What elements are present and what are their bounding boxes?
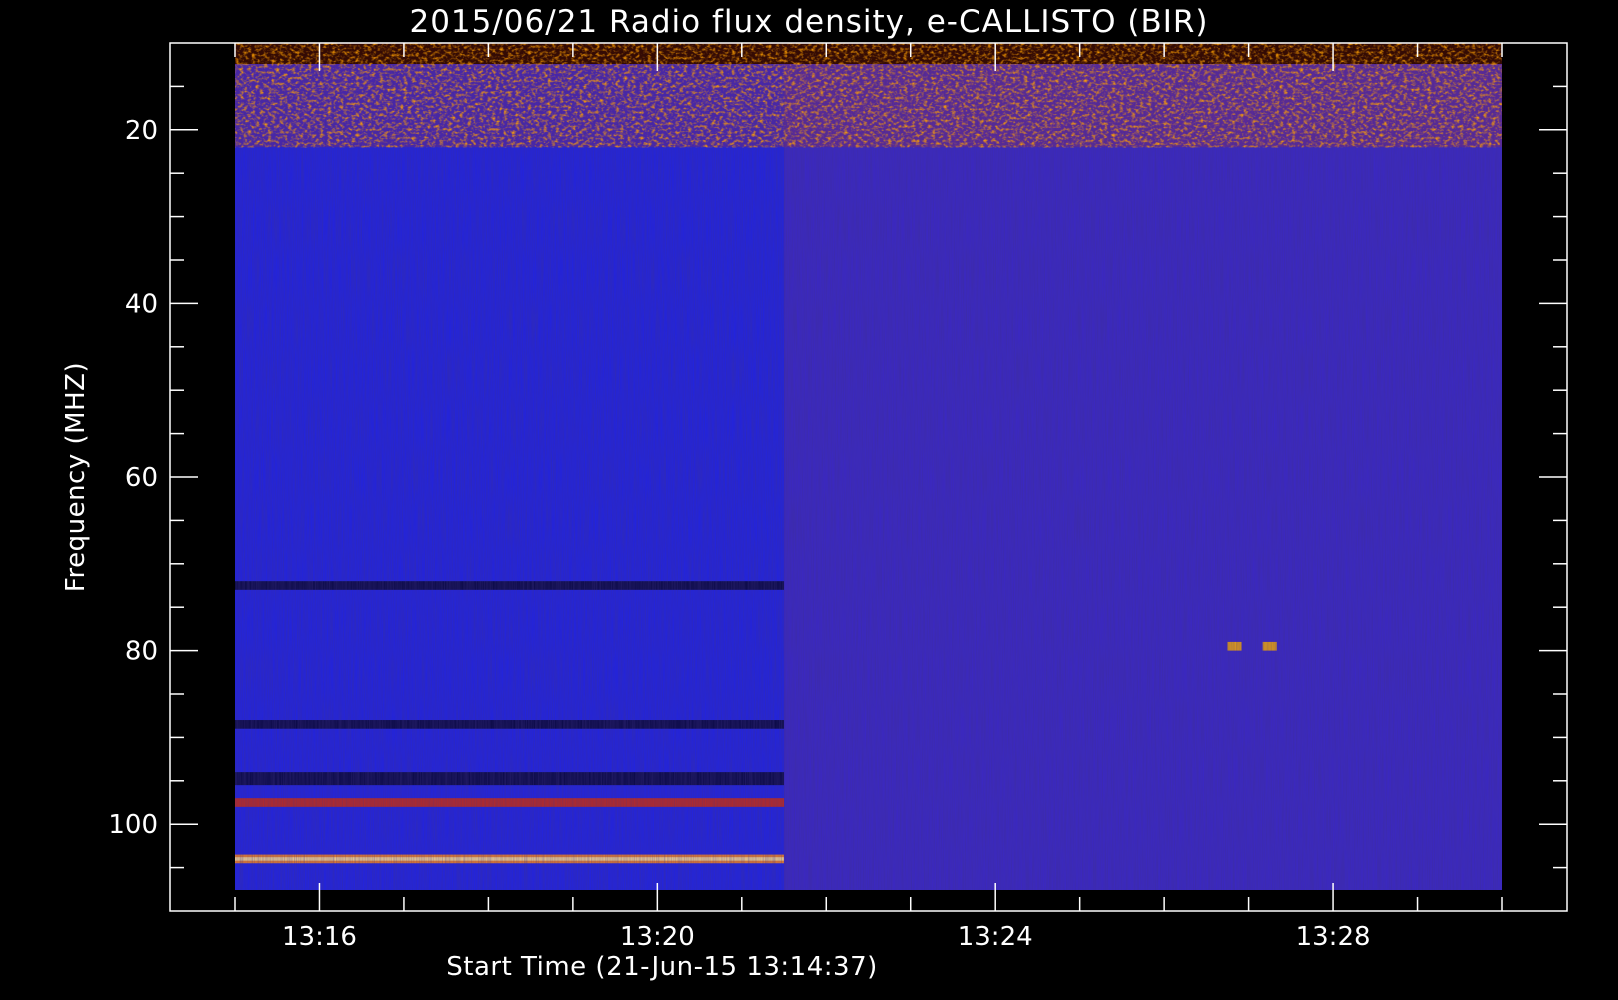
y-tick-label: 100 [108,810,158,840]
spectrogram-image [235,43,1502,890]
x-tick-label: 13:24 [958,922,1033,952]
interference-texture [235,43,1502,148]
x-tick-label: 13:28 [1296,922,1371,952]
y-axis-label: Frequency (MHZ) [61,362,91,592]
spectrogram-chart: 2015/06/21 Radio flux density, e-CALLIST… [61,4,1568,982]
y-tick-label: 20 [125,116,158,146]
y-tick-label: 40 [125,289,158,319]
y-tick-label: 80 [125,637,158,667]
y-tick-label: 60 [125,463,158,493]
x-tick-label: 13:16 [282,922,357,952]
noise-texture [235,64,1502,890]
x-tick-label: 13:20 [620,922,695,952]
chart-title: 2015/06/21 Radio flux density, e-CALLIST… [409,4,1208,40]
x-axis-label: Start Time (21-Jun-15 13:14:37) [446,952,878,982]
